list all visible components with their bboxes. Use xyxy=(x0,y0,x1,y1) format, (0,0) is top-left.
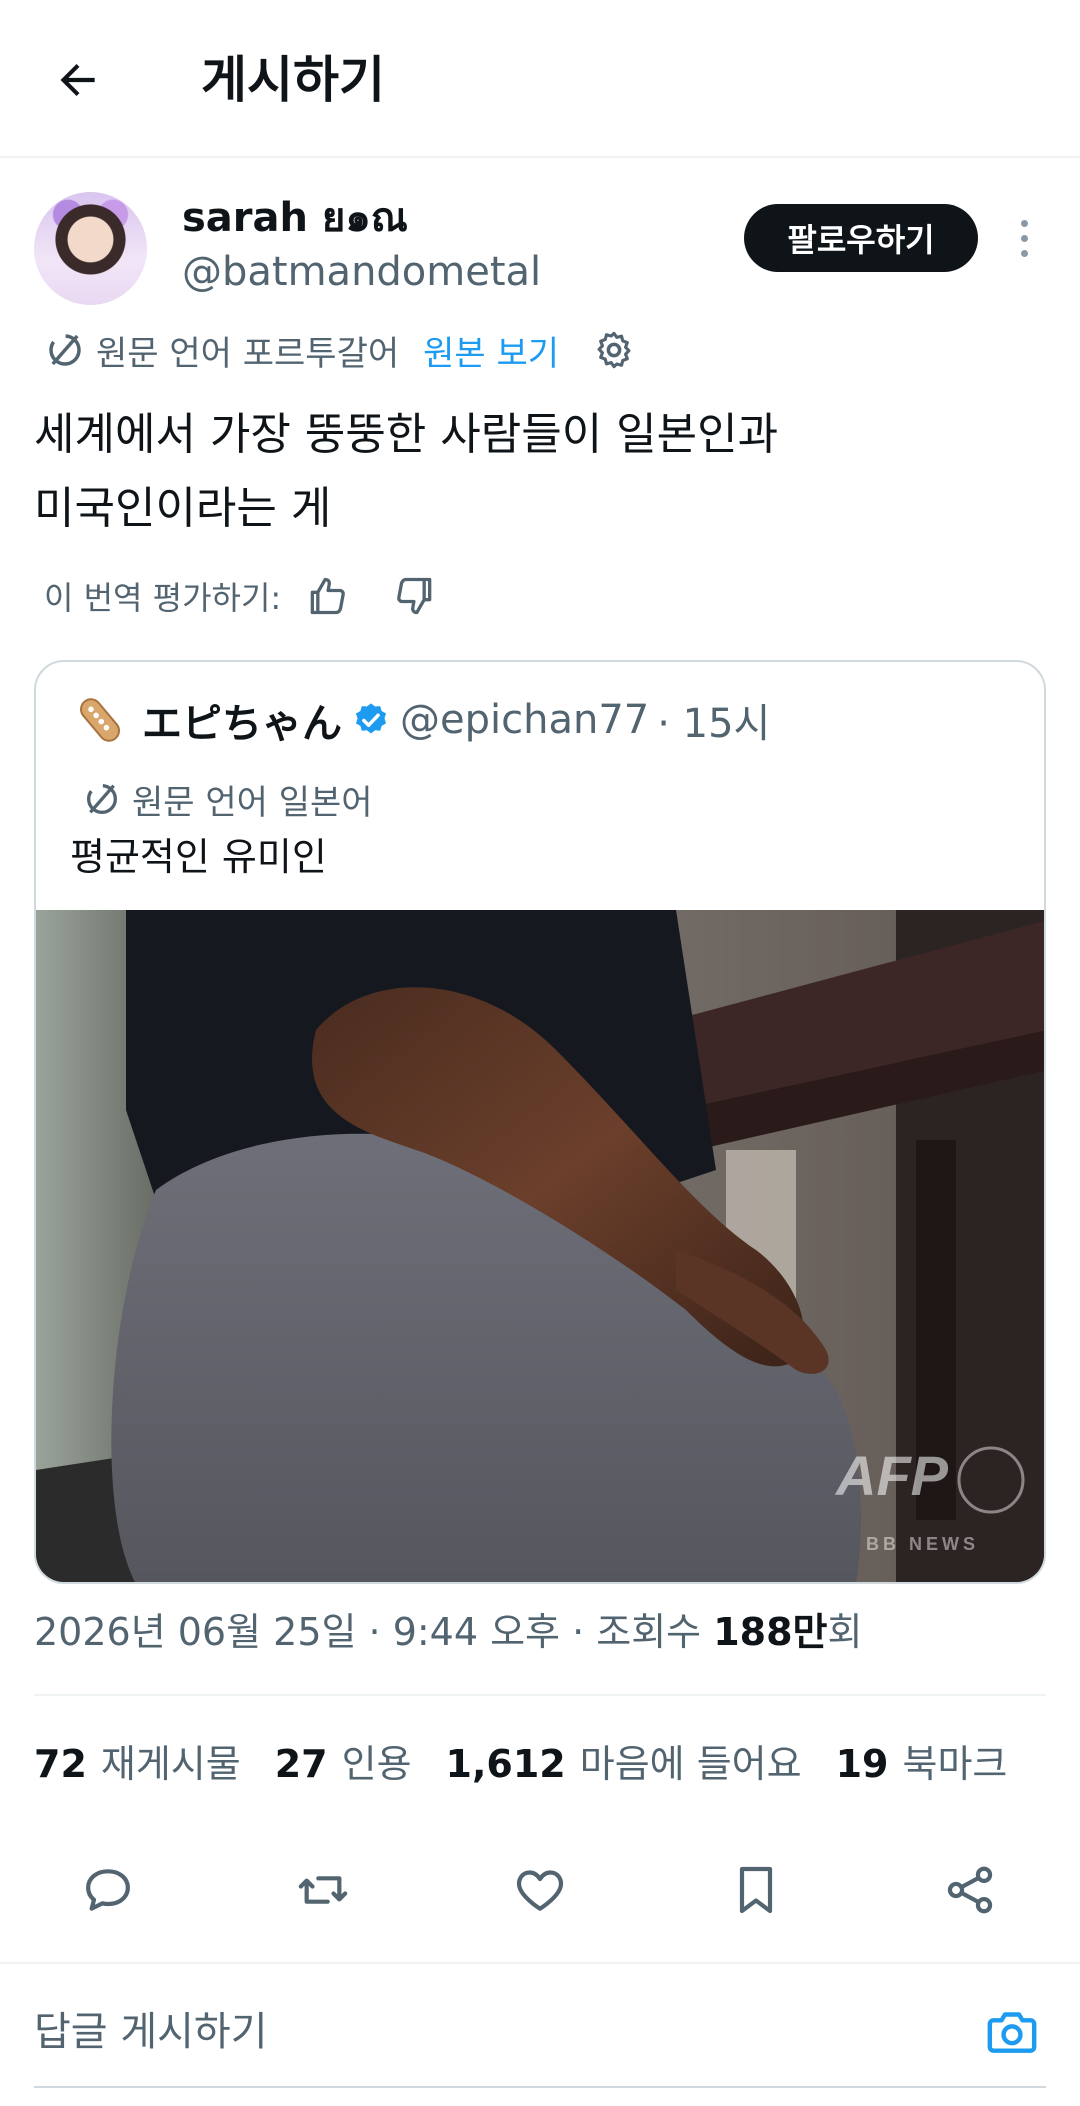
bookmarks-stat[interactable]: 19 북마크 xyxy=(836,1733,1008,1788)
more-dot-icon xyxy=(1020,219,1028,227)
reply-button[interactable] xyxy=(76,1858,140,1922)
share-icon xyxy=(947,1866,993,1914)
post-text-line: 미국인이라는 게 xyxy=(34,483,332,534)
quoted-avatar[interactable] xyxy=(72,692,128,748)
top-bar: 게시하기 xyxy=(0,0,1080,158)
bookmark-button[interactable] xyxy=(724,1858,788,1922)
more-dot-icon xyxy=(1020,249,1028,257)
quoted-time: · 15시 xyxy=(657,701,771,747)
bbnews-watermark: BB NEWS xyxy=(866,1534,979,1554)
repost-icon xyxy=(298,1876,348,1904)
post-text: 세계에서 가장 뚱뚱한 사람들이 일본인과 미국인이라는 게 xyxy=(34,398,1044,546)
view-count: 188만 xyxy=(713,1610,828,1654)
share-button[interactable] xyxy=(938,1858,1002,1922)
divider xyxy=(34,1694,1046,1696)
reply-input[interactable]: 답글 게시하기 xyxy=(34,2004,268,2060)
quoted-post-text: 평균적인 유미인 xyxy=(70,835,327,879)
source-language-label: 원문 언어 포르투갈어 xyxy=(96,333,400,374)
camera-icon xyxy=(987,2012,1037,2053)
photo-person-sitting: AFP BB NEWS xyxy=(36,910,1044,1582)
user-handle[interactable]: @batmandometal xyxy=(182,246,541,298)
page-title: 게시하기 xyxy=(201,51,385,109)
view-count-suffix: 회 xyxy=(827,1610,863,1654)
post-date-time: 2026년 06월 25일 · 9:44 오후 · 조회수 xyxy=(34,1610,714,1654)
quoted-display-name: エピちゃん xyxy=(142,701,342,747)
reposts-stat[interactable]: 72 재게시물 xyxy=(34,1733,241,1788)
quoted-post-image[interactable]: AFP BB NEWS xyxy=(36,910,1044,1582)
thumbs-up-icon[interactable] xyxy=(305,574,349,618)
repost-button[interactable] xyxy=(291,1858,355,1922)
rate-translation: 이 번역 평가하기: xyxy=(44,568,437,624)
back-button[interactable] xyxy=(46,48,110,112)
action-bar xyxy=(0,1850,1080,1930)
translate-icon xyxy=(87,784,117,814)
translate-icon xyxy=(49,334,81,366)
more-options-button[interactable] xyxy=(1006,210,1042,266)
post-author: sarah ย๑ณ @batmandometal 팔로우하기 xyxy=(0,190,1080,310)
reply-composer: 답글 게시하기 xyxy=(0,1964,1080,2106)
thumbs-down-icon[interactable] xyxy=(393,574,437,618)
quoted-translation-info: 원문 언어 일본어 xyxy=(82,774,373,824)
heart-icon xyxy=(516,1870,564,1911)
rate-translation-label: 이 번역 평가하기: xyxy=(44,579,282,617)
verified-badge-icon xyxy=(355,703,387,734)
quoted-source-language-label: 원문 언어 일본어 xyxy=(132,782,373,823)
afp-watermark: AFP xyxy=(834,1444,949,1507)
reply-icon xyxy=(86,1869,130,1911)
more-dot-icon xyxy=(1020,234,1028,242)
show-original-link[interactable]: 원본 보기 xyxy=(423,326,559,375)
bookmark-icon xyxy=(739,1866,773,1914)
avatar[interactable] xyxy=(34,192,147,305)
post-timestamp: 2026년 06월 25일 · 9:44 오후 · 조회수 188만회 xyxy=(34,1604,863,1660)
arrow-left-icon xyxy=(60,63,95,97)
gear-icon[interactable] xyxy=(593,329,635,371)
translation-info: 원문 언어 포르투갈어 원본 보기 xyxy=(44,324,635,376)
likes-stat[interactable]: 1,612 마음에 들어요 xyxy=(446,1733,802,1788)
follow-button[interactable]: 팔로우하기 xyxy=(744,204,978,272)
engagement-stats: 72 재게시물 27 인용 1,612 마음에 들어요 19 북마크 xyxy=(34,1730,1041,1790)
quotes-stat[interactable]: 27 인용 xyxy=(275,1733,412,1788)
reply-underline xyxy=(34,2086,1046,2088)
quoted-post[interactable]: エピちゃん @epichan77 · 15시 원문 언어 일본어 평균적인 유미… xyxy=(34,660,1046,1584)
quoted-handle: @epichan77 xyxy=(400,697,650,743)
like-button[interactable] xyxy=(508,1858,572,1922)
display-name[interactable]: sarah ย๑ณ xyxy=(182,192,408,244)
camera-button[interactable] xyxy=(980,2000,1044,2064)
quoted-post-header: エピちゃん @epichan77 · 15시 xyxy=(72,692,770,748)
post-text-line: 세계에서 가장 뚱뚱한 사람들이 일본인과 xyxy=(34,409,779,460)
